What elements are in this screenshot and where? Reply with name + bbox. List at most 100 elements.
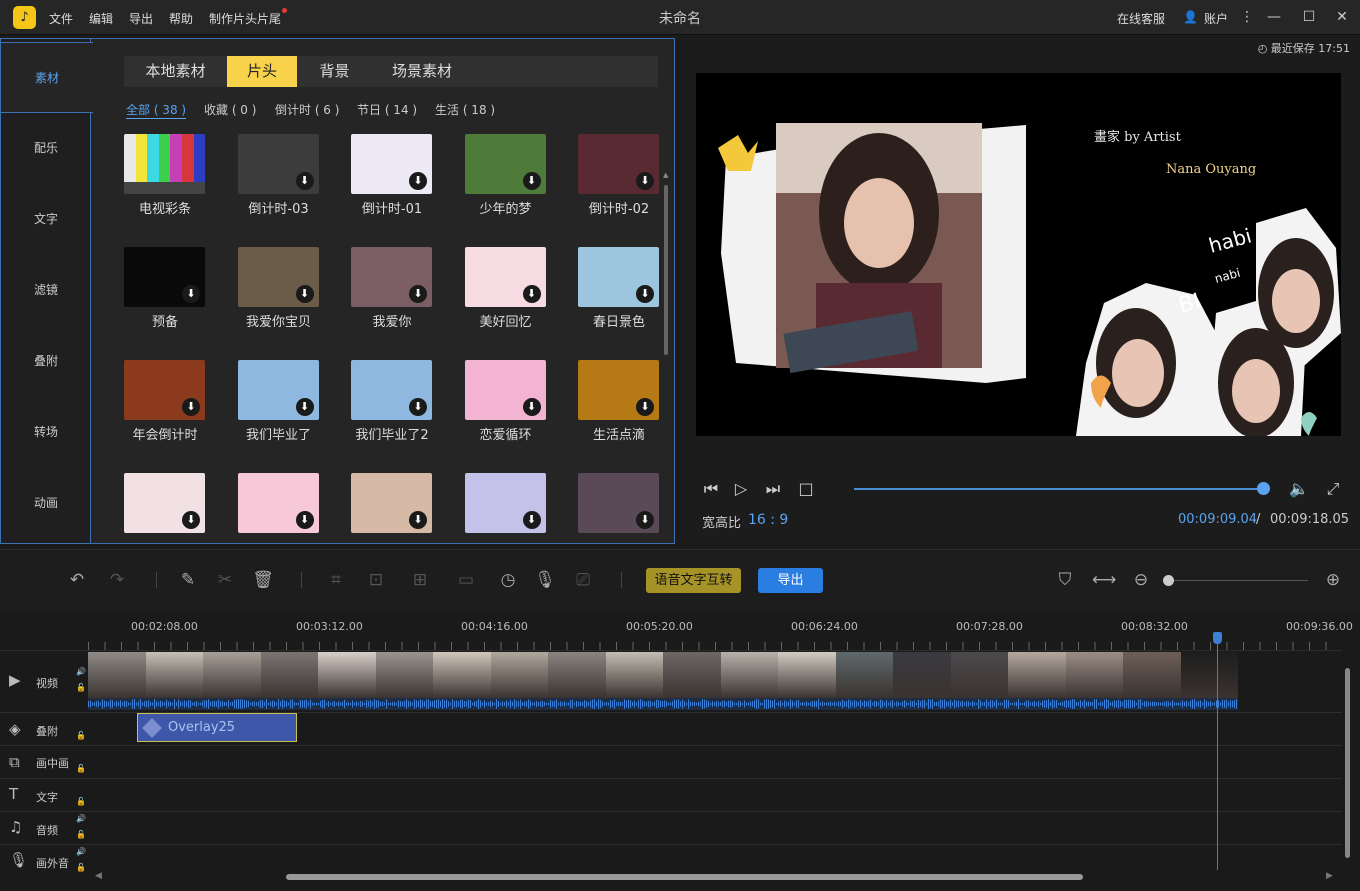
fullscreen-icon[interactable]: ⤢ bbox=[1322, 478, 1344, 500]
track-audio[interactable]: ♫ 音频 🔊 🔓 bbox=[0, 811, 1342, 844]
minimize-icon[interactable]: — bbox=[1266, 9, 1282, 25]
undo-icon[interactable]: ↶ bbox=[66, 569, 88, 591]
prev-frame-icon[interactable]: ⏮ bbox=[700, 478, 722, 500]
template-thumbnail[interactable]: ⬇ bbox=[464, 134, 546, 194]
menu-help[interactable]: 帮助 bbox=[169, 10, 193, 27]
video-clip-strip[interactable] bbox=[88, 652, 1238, 698]
template-thumbnail[interactable]: ⬇ bbox=[237, 134, 319, 194]
zoom-out-icon[interactable]: ⊖ bbox=[1130, 569, 1152, 591]
sidebar-item-overlays[interactable]: 叠附 bbox=[1, 326, 91, 397]
filter-life[interactable]: 生活 ( 18 ) bbox=[435, 101, 495, 118]
template-card[interactable]: ⬇生日快乐1 bbox=[351, 473, 433, 534]
stop-icon[interactable]: □ bbox=[795, 478, 817, 500]
download-icon[interactable]: ⬇ bbox=[295, 398, 314, 416]
more-icon[interactable]: ⋮ bbox=[1239, 9, 1255, 25]
user-icon[interactable]: 👤 bbox=[1183, 10, 1198, 24]
menu-file[interactable]: 文件 bbox=[49, 10, 73, 27]
aspect-ratio-value[interactable]: 16 : 9 bbox=[748, 512, 788, 528]
template-card[interactable]: ⬇毕业不说再见 bbox=[578, 473, 660, 534]
download-icon[interactable]: ⬇ bbox=[182, 285, 200, 303]
scroll-up-icon[interactable]: ▲ bbox=[663, 171, 668, 179]
scroll-thumb[interactable] bbox=[664, 185, 668, 355]
mosaic-icon[interactable]: ⊞ bbox=[409, 569, 431, 591]
download-icon[interactable]: ⬇ bbox=[295, 511, 314, 529]
filter-all[interactable]: 全部 ( 38 ) bbox=[126, 101, 187, 119]
freeze-frame-icon[interactable]: ▭ bbox=[455, 569, 477, 591]
timeline-vscrollbar[interactable] bbox=[1345, 668, 1350, 858]
filter-favorites[interactable]: 收藏 ( 0 ) bbox=[204, 101, 256, 118]
speech-text-convert-button[interactable]: 语音文字互转 bbox=[646, 568, 741, 593]
template-card[interactable]: 电视彩条 bbox=[124, 134, 206, 244]
sidebar-item-materials[interactable]: 素材 bbox=[1, 42, 93, 113]
download-icon[interactable]: ⬇ bbox=[409, 285, 427, 303]
template-thumbnail[interactable] bbox=[124, 134, 205, 194]
template-card[interactable]: ⬇七夕 bbox=[237, 473, 320, 534]
track-pip[interactable]: ⧉ 画中画 🔓 bbox=[0, 745, 1342, 778]
edit-icon[interactable]: ✎ bbox=[177, 569, 199, 591]
cut-icon[interactable]: ✂ bbox=[214, 569, 236, 591]
play-icon[interactable]: ▷ bbox=[730, 478, 752, 500]
tab-scene[interactable]: 场景素材 bbox=[372, 56, 472, 87]
speed-icon[interactable]: ◷ bbox=[497, 569, 519, 591]
template-thumbnail[interactable]: ⬇ bbox=[237, 360, 319, 420]
template-card[interactable]: ⬇生日快乐2 bbox=[464, 473, 547, 534]
template-card[interactable]: ⬇ 美好回忆 bbox=[464, 247, 547, 357]
download-icon[interactable]: ⬇ bbox=[636, 398, 654, 416]
delete-icon[interactable]: 🗑 bbox=[252, 569, 274, 591]
time-ruler[interactable]: 00:02:08.00 00:03:12.00 00:04:16.00 00:0… bbox=[88, 610, 1353, 650]
download-icon[interactable]: ⬇ bbox=[636, 172, 654, 190]
grid-scrollbar[interactable]: ▲ ▼ bbox=[663, 171, 669, 576]
export-button[interactable]: 导出 bbox=[758, 568, 823, 593]
mute-icon[interactable]: 🔊 bbox=[76, 847, 86, 856]
template-thumbnail[interactable]: ⬇ bbox=[237, 247, 319, 307]
template-card[interactable]: ⬇ 预备 bbox=[124, 247, 206, 357]
template-thumbnail[interactable]: ⬇ bbox=[578, 247, 659, 307]
account-link[interactable]: 账户 bbox=[1204, 10, 1228, 27]
filter-festival[interactable]: 节日 ( 14 ) bbox=[357, 101, 417, 118]
mute-icon[interactable]: 🔊 bbox=[76, 667, 86, 676]
lock-icon[interactable]: 🔓 bbox=[76, 764, 86, 773]
download-icon[interactable]: ⬇ bbox=[182, 398, 200, 416]
template-thumbnail[interactable]: ⬇ bbox=[578, 360, 659, 420]
template-card[interactable]: ⬇ 倒计时-01 bbox=[351, 134, 433, 244]
download-icon[interactable]: ⬇ bbox=[636, 511, 654, 529]
zoom-slider-knob[interactable] bbox=[1163, 575, 1174, 586]
download-icon[interactable]: ⬇ bbox=[522, 398, 541, 416]
playhead[interactable] bbox=[1217, 632, 1218, 870]
template-thumbnail[interactable]: ⬇ bbox=[351, 473, 432, 533]
download-icon[interactable]: ⬇ bbox=[409, 398, 427, 416]
tab-background[interactable]: 背景 bbox=[297, 56, 372, 87]
download-icon[interactable]: ⬇ bbox=[522, 511, 541, 529]
resize-icon[interactable]: ⊡ bbox=[365, 569, 387, 591]
template-card[interactable]: ⬇ 我爱你宝贝 bbox=[237, 247, 320, 357]
track-voiceover[interactable]: 🎙 画外音 🔊 🔓 bbox=[0, 844, 1342, 877]
sidebar-item-filters[interactable]: 滤镜 bbox=[1, 255, 91, 326]
download-icon[interactable]: ⬇ bbox=[409, 511, 427, 529]
template-thumbnail[interactable]: ⬇ bbox=[124, 473, 205, 533]
lock-icon[interactable]: 🔓 bbox=[76, 863, 86, 872]
download-icon[interactable]: ⬇ bbox=[295, 285, 314, 303]
download-icon[interactable]: ⬇ bbox=[295, 172, 314, 190]
lock-icon[interactable]: 🔓 bbox=[76, 797, 86, 806]
download-icon[interactable]: ⬇ bbox=[522, 285, 541, 303]
template-card[interactable]: ⬇ 恋爱循环 bbox=[464, 360, 547, 470]
lock-icon[interactable]: 🔓 bbox=[76, 830, 86, 839]
menu-edit[interactable]: 编辑 bbox=[89, 10, 113, 27]
maximize-icon[interactable]: ☐ bbox=[1301, 9, 1317, 25]
download-icon[interactable]: ⬇ bbox=[522, 172, 541, 190]
template-thumbnail[interactable]: ⬇ bbox=[351, 247, 432, 307]
lock-icon[interactable]: 🔓 bbox=[76, 683, 86, 692]
template-card[interactable]: ⬇ 我们毕业了 bbox=[237, 360, 320, 470]
mute-icon[interactable]: 🔊 bbox=[76, 814, 86, 823]
redo-icon[interactable]: ↷ bbox=[106, 569, 128, 591]
scroll-right-icon[interactable]: ▶ bbox=[1326, 871, 1333, 881]
template-thumbnail[interactable]: ⬇ bbox=[237, 473, 319, 533]
track-text[interactable]: T 文字 🔓 bbox=[0, 778, 1342, 811]
sidebar-item-animation[interactable]: 动画 bbox=[1, 468, 91, 539]
progress-knob[interactable] bbox=[1256, 482, 1270, 495]
menu-intro-outro[interactable]: 制作片头片尾 bbox=[209, 10, 281, 27]
screen-record-icon[interactable]: ⎚ bbox=[572, 569, 594, 591]
download-icon[interactable]: ⬇ bbox=[409, 172, 427, 190]
menu-export[interactable]: 导出 bbox=[129, 10, 153, 27]
template-card[interactable]: ⬇ 倒计时-02 bbox=[578, 134, 660, 244]
